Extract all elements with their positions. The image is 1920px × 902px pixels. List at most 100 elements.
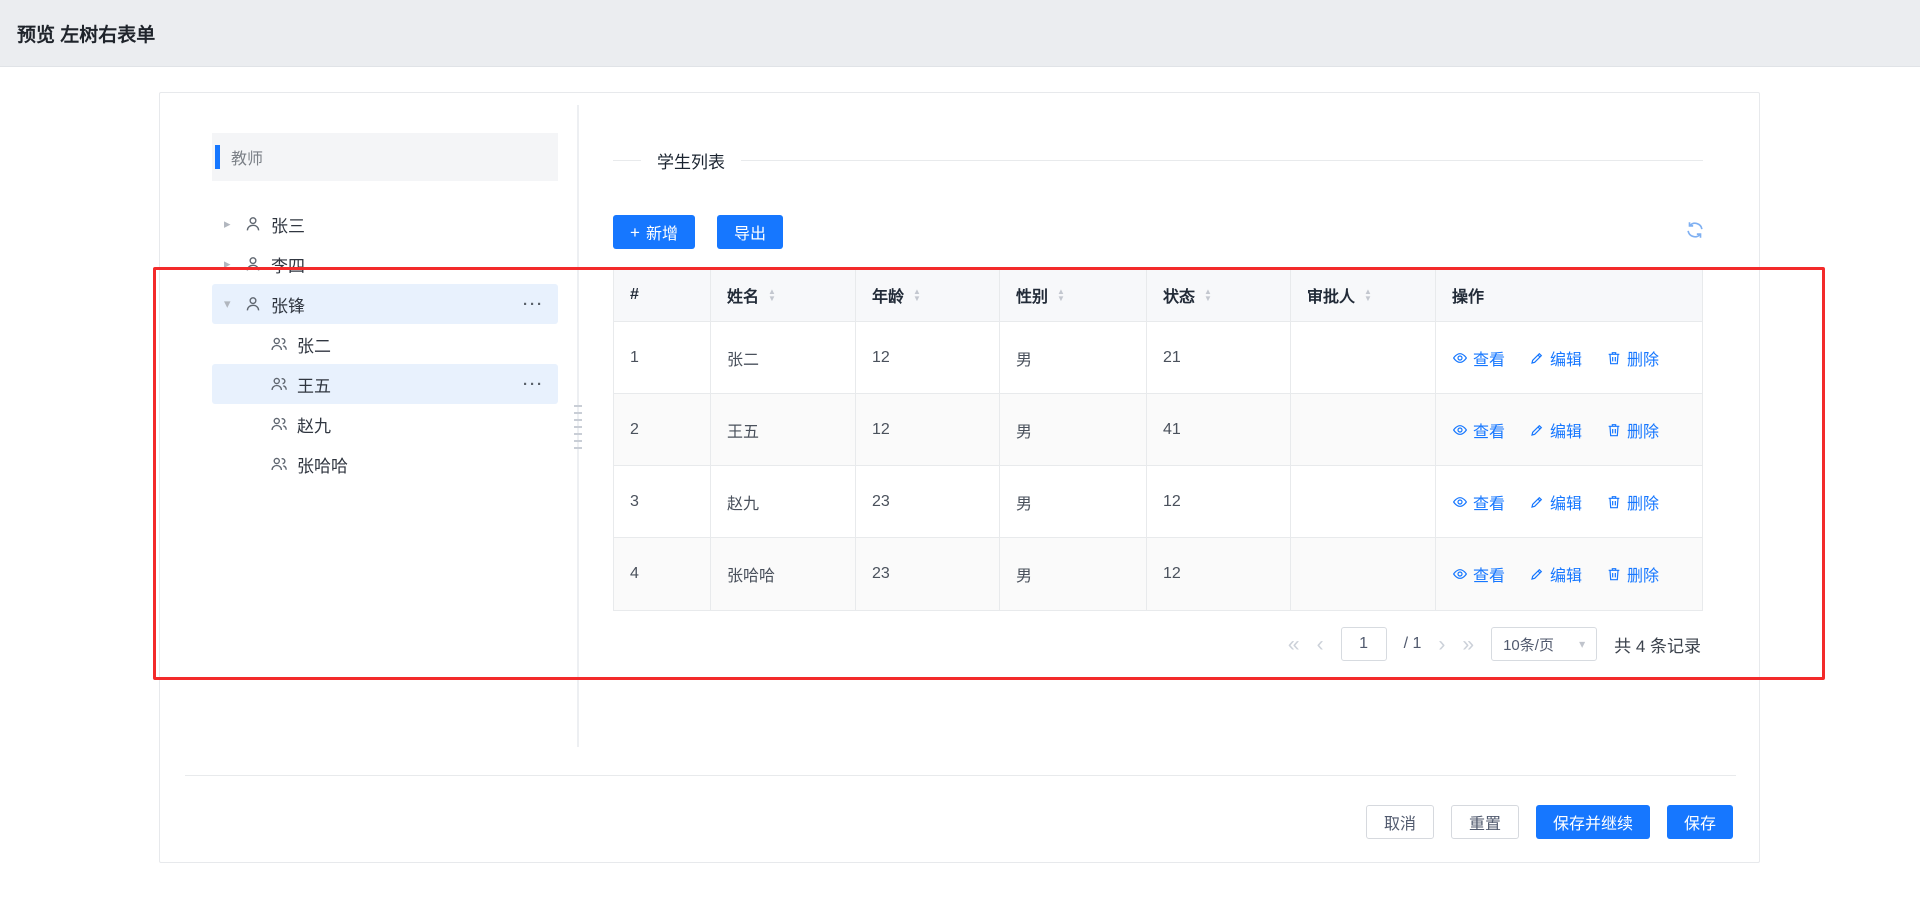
tree-item-0[interactable]: 张三 bbox=[212, 204, 558, 244]
save-continue-button[interactable]: 保存并继续 bbox=[1536, 805, 1650, 839]
trash-icon bbox=[1606, 350, 1622, 366]
cell-status: 21 bbox=[1147, 322, 1291, 394]
col-index: # bbox=[614, 269, 711, 322]
tree-item-label: 张锋 bbox=[271, 292, 305, 317]
preview-card: 教师 张三 李四 张锋 张二 王五 赵九 bbox=[159, 92, 1760, 863]
col-approver[interactable]: 审批人 bbox=[1291, 269, 1436, 322]
eye-icon bbox=[1452, 494, 1468, 510]
footer-divider bbox=[185, 775, 1736, 776]
cell-index: 4 bbox=[614, 538, 711, 610]
tree-item-1[interactable]: 李四 bbox=[212, 244, 558, 284]
tree-item-4[interactable]: 王五 bbox=[212, 364, 558, 404]
reset-button[interactable]: 重置 bbox=[1451, 805, 1519, 839]
tree-item-2[interactable]: 张锋 bbox=[212, 284, 558, 324]
tree-item-6[interactable]: 张哈哈 bbox=[212, 444, 558, 484]
edit-link[interactable]: 编辑 bbox=[1529, 562, 1582, 586]
page-size-select[interactable]: 10条/页 bbox=[1491, 627, 1597, 661]
tree-item-3[interactable]: 张二 bbox=[212, 324, 558, 364]
table-toolbar: + 新增 导出 bbox=[613, 215, 783, 249]
prev-page-button[interactable] bbox=[1317, 634, 1324, 655]
section-divider: 学生列表 bbox=[613, 147, 1703, 173]
col-gender[interactable]: 性别 bbox=[1000, 269, 1147, 322]
caret-down-icon[interactable] bbox=[224, 296, 244, 312]
more-icon[interactable] bbox=[523, 376, 544, 393]
delete-link[interactable]: 删除 bbox=[1606, 490, 1659, 514]
table-row: 2 王五 12 男 41 查看 编辑 删除 bbox=[614, 394, 1702, 466]
more-icon[interactable] bbox=[523, 296, 544, 313]
cell-index: 3 bbox=[614, 466, 711, 538]
tree-item-5[interactable]: 赵九 bbox=[212, 404, 558, 444]
divider-line bbox=[613, 160, 641, 161]
cell-age: 23 bbox=[856, 538, 1000, 610]
tree-item-label: 张哈哈 bbox=[297, 452, 348, 477]
team-icon bbox=[270, 375, 288, 393]
cell-actions: 查看 编辑 删除 bbox=[1436, 466, 1702, 538]
edit-icon bbox=[1529, 422, 1545, 438]
edit-link[interactable]: 编辑 bbox=[1529, 418, 1582, 442]
page-input[interactable] bbox=[1341, 627, 1387, 661]
cell-gender: 男 bbox=[1000, 538, 1147, 610]
sort-icon[interactable] bbox=[768, 288, 776, 302]
sort-icon[interactable] bbox=[913, 288, 921, 302]
divider-line bbox=[741, 160, 1703, 161]
col-age[interactable]: 年龄 bbox=[856, 269, 1000, 322]
caret-right-icon[interactable] bbox=[224, 216, 244, 232]
eye-icon bbox=[1452, 566, 1468, 582]
view-link[interactable]: 查看 bbox=[1452, 346, 1505, 370]
splitter-handle[interactable] bbox=[574, 405, 582, 451]
view-link[interactable]: 查看 bbox=[1452, 562, 1505, 586]
delete-link[interactable]: 删除 bbox=[1606, 418, 1659, 442]
tree-panel-header: 教师 bbox=[212, 133, 558, 181]
cell-status: 41 bbox=[1147, 394, 1291, 466]
tree-item-label: 赵九 bbox=[297, 412, 331, 437]
tree-item-label: 张三 bbox=[271, 212, 305, 237]
total-records-label: 共 4 条记录 bbox=[1614, 632, 1701, 657]
eye-icon bbox=[1452, 350, 1468, 366]
cell-name: 赵九 bbox=[711, 466, 856, 538]
refresh-icon bbox=[1684, 219, 1706, 241]
user-icon bbox=[244, 215, 262, 233]
tree-panel-title: 教师 bbox=[231, 145, 263, 169]
delete-link[interactable]: 删除 bbox=[1606, 346, 1659, 370]
sort-icon[interactable] bbox=[1204, 288, 1212, 302]
edit-link[interactable]: 编辑 bbox=[1529, 490, 1582, 514]
caret-right-icon[interactable] bbox=[224, 256, 244, 272]
last-page-button[interactable] bbox=[1462, 634, 1474, 655]
save-button[interactable]: 保存 bbox=[1667, 805, 1733, 839]
cell-approver bbox=[1291, 466, 1436, 538]
view-link[interactable]: 查看 bbox=[1452, 490, 1505, 514]
team-icon bbox=[270, 335, 288, 353]
delete-link[interactable]: 删除 bbox=[1606, 562, 1659, 586]
cancel-button[interactable]: 取消 bbox=[1366, 805, 1434, 839]
sort-icon[interactable] bbox=[1057, 288, 1065, 302]
col-status[interactable]: 状态 bbox=[1147, 269, 1291, 322]
user-icon bbox=[244, 255, 262, 273]
panel-splitter[interactable] bbox=[577, 105, 579, 747]
view-link[interactable]: 查看 bbox=[1452, 418, 1505, 442]
form-footer: 取消 重置 保存并继续 保存 bbox=[1366, 805, 1733, 839]
edit-icon bbox=[1529, 350, 1545, 366]
sort-icon[interactable] bbox=[1364, 288, 1372, 302]
cell-actions: 查看 编辑 删除 bbox=[1436, 538, 1702, 610]
next-page-button[interactable] bbox=[1438, 634, 1445, 655]
cell-actions: 查看 编辑 删除 bbox=[1436, 394, 1702, 466]
total-pages-label: / 1 bbox=[1404, 635, 1422, 653]
cell-status: 12 bbox=[1147, 538, 1291, 610]
col-name[interactable]: 姓名 bbox=[711, 269, 856, 322]
cell-approver bbox=[1291, 394, 1436, 466]
team-icon bbox=[270, 455, 288, 473]
cell-name: 王五 bbox=[711, 394, 856, 466]
chevron-down-icon bbox=[1579, 637, 1585, 651]
cell-approver bbox=[1291, 322, 1436, 394]
export-button[interactable]: 导出 bbox=[717, 215, 783, 249]
first-page-button[interactable] bbox=[1288, 634, 1300, 655]
export-button-label: 导出 bbox=[734, 220, 766, 244]
trash-icon bbox=[1606, 422, 1622, 438]
edit-link[interactable]: 编辑 bbox=[1529, 346, 1582, 370]
refresh-button[interactable] bbox=[1684, 219, 1708, 243]
page-header: 预览 左树右表单 bbox=[0, 0, 1920, 67]
edit-icon bbox=[1529, 566, 1545, 582]
tree-item-label: 李四 bbox=[271, 252, 305, 277]
cell-gender: 男 bbox=[1000, 466, 1147, 538]
add-button[interactable]: + 新增 bbox=[613, 215, 695, 249]
